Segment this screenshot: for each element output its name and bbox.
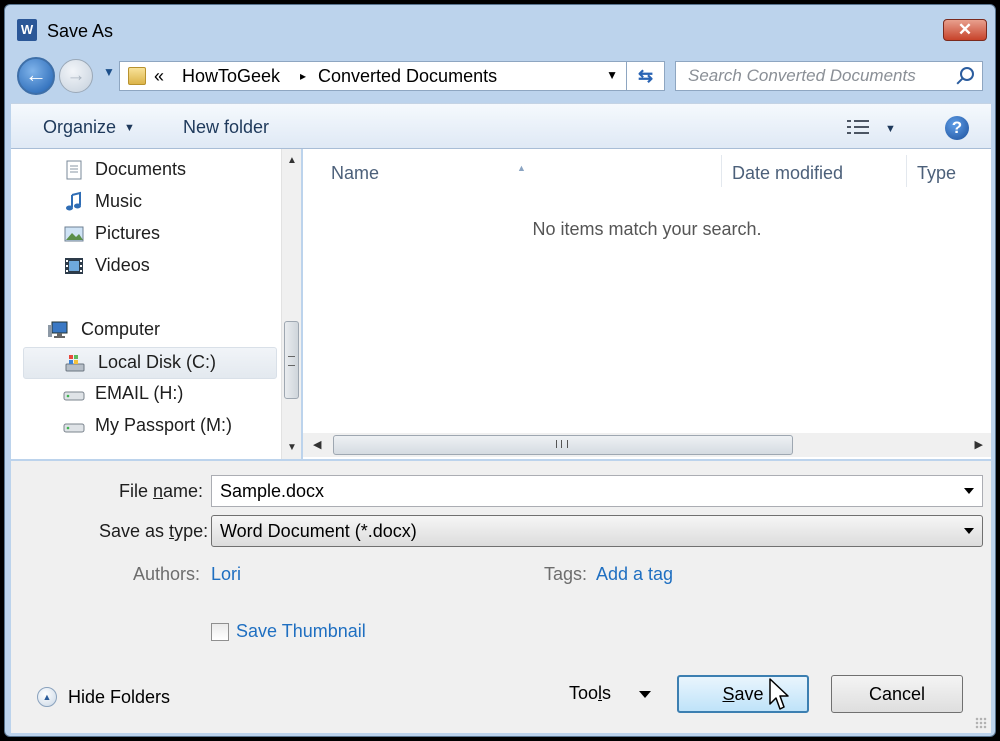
view-options-icon[interactable]	[847, 119, 869, 135]
scroll-left-icon[interactable]: ◀	[313, 438, 321, 451]
recent-pages-dropdown[interactable]: ▼	[103, 65, 115, 79]
sidebar-item-computer[interactable]: Computer	[47, 315, 273, 345]
computer-icon	[48, 321, 68, 338]
videos-icon	[65, 258, 83, 274]
add-tag-link[interactable]: Add a tag	[596, 564, 673, 585]
file-list: ▲ Name Date modified Type No items match…	[303, 149, 991, 459]
organize-menu[interactable]: Organize ▼	[43, 117, 135, 138]
grip-icon	[556, 440, 568, 448]
column-header-date-modified[interactable]: Date modified	[722, 149, 906, 193]
navigation-bar: ← → ▼ « HowToGeek ▸ Converted Documents …	[5, 51, 995, 103]
command-toolbar: Organize ▼ New folder ▼ ?	[11, 103, 991, 149]
mouse-cursor-icon	[769, 678, 789, 710]
address-bar[interactable]: « HowToGeek ▸ Converted Documents ▼	[119, 61, 627, 91]
grip-icon	[288, 356, 295, 366]
breadcrumb-separator-icon[interactable]: ▸	[300, 69, 306, 83]
refresh-button[interactable]: ⇆	[627, 61, 665, 91]
save-as-type-label: Save as type:	[99, 521, 209, 541]
new-folder-button[interactable]: New folder	[183, 117, 269, 138]
column-header-type[interactable]: Type	[907, 149, 991, 193]
breadcrumb-howtogeek[interactable]: HowToGeek	[182, 66, 280, 87]
filename-label: File name:	[119, 481, 204, 501]
close-button[interactable]: ✕	[943, 19, 987, 41]
sidebar-item-email-drive[interactable]: EMAIL (H:)	[63, 379, 273, 409]
resize-grip-icon[interactable]	[975, 717, 987, 729]
tags-label: Tags:	[544, 564, 588, 584]
word-app-icon: W	[17, 19, 37, 41]
chevron-down-icon: ▼	[124, 122, 135, 134]
title-bar[interactable]: W Save As ✕	[5, 5, 995, 51]
documents-icon	[66, 160, 82, 180]
authors-label: Authors:	[133, 564, 201, 584]
help-icon[interactable]: ?	[945, 116, 969, 140]
search-placeholder: Search Converted Documents	[688, 66, 916, 85]
address-dropdown-icon[interactable]: ▼	[606, 68, 618, 82]
column-header-name[interactable]: ▲ Name	[303, 149, 721, 193]
tools-menu[interactable]: Tools	[569, 683, 611, 704]
search-icon[interactable]	[960, 67, 974, 81]
save-options-panel: File name: Sample.docx Save as type: Wor…	[11, 461, 991, 733]
filename-value[interactable]: Sample.docx	[220, 481, 324, 502]
view-dropdown-icon[interactable]: ▼	[885, 123, 896, 135]
save-as-dialog: W Save As ✕ ← → ▼ « HowToGeek ▸ Converte…	[4, 4, 996, 737]
scrollbar-thumb[interactable]	[284, 321, 299, 399]
empty-message: No items match your search.	[532, 219, 762, 239]
save-thumbnail-checkbox[interactable]	[211, 623, 229, 641]
scrollbar-thumb[interactable]	[333, 435, 793, 455]
chevron-down-icon[interactable]	[964, 488, 974, 494]
save-as-type-value: Word Document (*.docx)	[220, 521, 417, 541]
breadcrumb-converted-documents[interactable]: Converted Documents	[318, 66, 497, 87]
hide-folders-button[interactable]: Hide Folders	[68, 687, 170, 708]
save-as-type-select[interactable]: Word Document (*.docx)	[211, 515, 983, 547]
horizontal-scrollbar[interactable]: ◀ ▶	[303, 433, 991, 457]
forward-button[interactable]: →	[59, 59, 93, 93]
chevron-up-icon[interactable]: ▲	[37, 687, 57, 707]
music-icon	[66, 191, 81, 211]
drive-icon	[63, 423, 85, 433]
chevron-down-icon[interactable]	[964, 528, 974, 534]
save-thumbnail-label[interactable]: Save Thumbnail	[236, 621, 366, 642]
sidebar-item-music[interactable]: Music	[63, 187, 273, 217]
authors-value[interactable]: Lori	[211, 564, 241, 585]
scroll-up-icon[interactable]: ▲	[287, 155, 297, 166]
sidebar-item-local-disk[interactable]: Local Disk (C:)	[23, 347, 277, 379]
local-disk-icon	[65, 355, 85, 372]
tools-dropdown-icon[interactable]	[639, 691, 651, 698]
sidebar-item-pictures[interactable]: Pictures	[63, 219, 273, 249]
navigation-pane: Documents Music Pictures Videos Computer…	[11, 149, 301, 459]
search-input[interactable]: Search Converted Documents	[675, 61, 983, 91]
pictures-icon	[64, 226, 84, 242]
cancel-button[interactable]: Cancel	[831, 675, 963, 713]
drive-icon	[63, 391, 85, 401]
window-title: Save As	[47, 21, 114, 41]
sidebar-item-videos[interactable]: Videos	[63, 251, 273, 281]
scroll-down-icon[interactable]: ▼	[287, 442, 297, 453]
breadcrumb-overflow[interactable]: «	[154, 66, 164, 87]
folder-icon	[128, 67, 146, 85]
sort-ascending-icon: ▲	[517, 163, 526, 173]
filename-field[interactable]: Sample.docx	[211, 475, 983, 507]
scroll-right-icon[interactable]: ▶	[975, 438, 983, 451]
sidebar-scrollbar[interactable]: ▲ ▼	[281, 149, 301, 459]
back-button[interactable]: ←	[17, 57, 55, 95]
sidebar-item-documents[interactable]: Documents	[63, 155, 273, 185]
sidebar-item-my-passport[interactable]: My Passport (M:)	[63, 411, 273, 441]
